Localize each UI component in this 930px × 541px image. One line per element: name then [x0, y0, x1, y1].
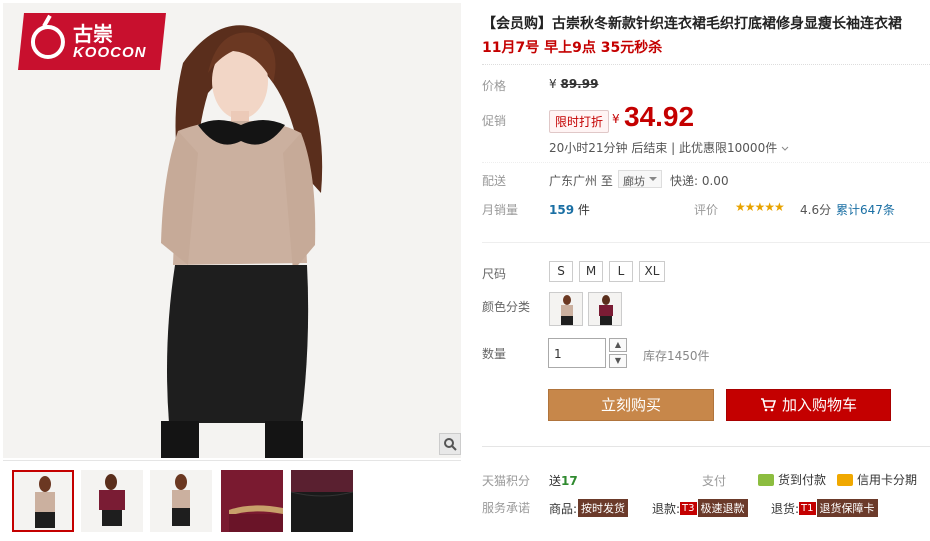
qty-up-icon[interactable]: ▲ [609, 338, 627, 352]
promo-countdown[interactable]: 20小时21分钟 后结束 | 此优惠限10000件 [549, 139, 789, 156]
brand-logo: 古崇 KOOCON [18, 13, 166, 70]
chevron-down-icon [781, 146, 789, 151]
service-return-guarantee[interactable]: 退货: T1 退货保障卡 [771, 499, 878, 517]
divider [482, 446, 930, 447]
divider [482, 242, 930, 243]
brand-mark-icon [31, 24, 65, 59]
color-option-beige[interactable] [549, 292, 583, 326]
product-title: 【会员购】古崇秋冬新款针织连衣裙毛织打底裙修身显瘦长袖连衣裙 [482, 16, 902, 32]
size-label: 尺码 [482, 267, 507, 281]
model-photo [3, 3, 461, 458]
service-fast-refund[interactable]: 退款: T3 极速退款 [652, 499, 748, 517]
credit-card-icon [837, 473, 853, 486]
monthly-sales-label: 月销量 [482, 203, 519, 217]
rating-score: 4.6分 [800, 203, 832, 217]
cod-icon [758, 473, 774, 486]
size-option-s[interactable]: S [549, 261, 573, 282]
cart-icon [760, 398, 776, 412]
thumbnail-4[interactable] [221, 470, 283, 532]
promo-label: 促销 [482, 114, 507, 128]
qty-down-icon[interactable]: ▼ [609, 354, 627, 368]
brand-name-en: KOOCON [73, 43, 147, 61]
flash-sale-subtitle: 11月7号 早上9点 35元秒杀 [482, 40, 663, 56]
product-details: 【会员购】古崇秋冬新款针织连衣裙毛织打底裙修身显瘦长袖连衣裙 11月7号 早上9… [482, 0, 930, 541]
size-option-xl[interactable]: XL [639, 261, 665, 282]
divider [482, 64, 930, 65]
rating-label: 评价 [694, 203, 719, 217]
service-ship-on-time[interactable]: 商品: 按时发货 [549, 499, 629, 517]
color-option-wine-red[interactable] [588, 292, 622, 326]
divider [482, 162, 930, 163]
payment-installment: 信用卡分期 [837, 471, 917, 488]
points-label: 天猫积分 [482, 474, 531, 488]
points-value: 送17 [549, 474, 578, 488]
buy-now-button[interactable]: 立刻购买 [548, 389, 714, 421]
quantity-input[interactable]: 1 [548, 338, 606, 368]
review-count-link[interactable]: 累计647条 [836, 201, 895, 218]
shipping-fee: 快递: 0.00 [670, 174, 729, 188]
product-gallery: 古崇 KOOCON [0, 0, 462, 541]
thumbnail-5[interactable] [291, 470, 353, 532]
quantity-label: 数量 [482, 347, 507, 361]
thumbnail-strip [3, 460, 461, 541]
payment-cod: 货到付款 [758, 471, 826, 488]
ship-from: 广东广州 至 [549, 174, 613, 188]
brand-name-cn: 古崇 [73, 21, 113, 46]
destination-select[interactable]: 廊坊 [618, 170, 662, 188]
size-option-l[interactable]: L [609, 261, 633, 282]
color-label: 颜色分类 [482, 300, 531, 314]
thumbnail-2[interactable] [81, 470, 143, 532]
zoom-button[interactable] [439, 433, 461, 455]
thumbnail-1[interactable] [12, 470, 74, 532]
payment-label: 支付 [702, 474, 727, 488]
thumbnail-3[interactable] [150, 470, 212, 532]
promo-currency: ¥ [612, 112, 620, 126]
rating-stars-icon: ★★★★★ [735, 200, 785, 214]
zoom-icon [444, 438, 457, 451]
promo-price: 34.92 [624, 101, 695, 132]
add-to-cart-button[interactable]: 加入购物车 [726, 389, 891, 421]
promo-tag: 限时打折 [549, 110, 610, 133]
price-label: 价格 [482, 79, 507, 93]
shipping-label: 配送 [482, 174, 507, 188]
original-price: ¥ 89.99 [549, 77, 599, 91]
main-product-image[interactable]: 古崇 KOOCON [3, 3, 461, 458]
size-option-m[interactable]: M [579, 261, 603, 282]
service-label: 服务承诺 [482, 501, 531, 515]
monthly-sales: 159 件 [549, 203, 590, 217]
stock-count: 库存1450件 [643, 349, 710, 363]
